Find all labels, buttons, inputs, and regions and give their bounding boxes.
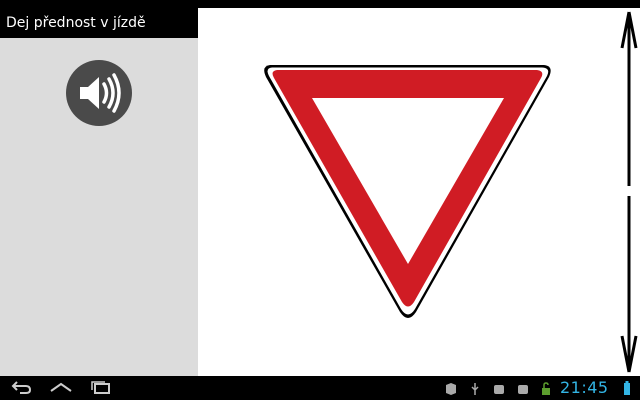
top-status-strip [0,0,640,8]
scroll-indicator[interactable] [612,8,640,376]
sidebar: Dej přednost v jízdě [0,8,198,376]
clock[interactable]: 21:45 [560,376,609,400]
play-sound-button[interactable] [66,60,132,126]
speaker-icon [80,73,121,113]
notification-icon[interactable] [492,381,506,395]
notification-icon[interactable] [444,381,458,395]
sign-title: Dej přednost v jízdě [0,8,198,38]
notification-icon[interactable] [516,381,530,395]
recent-apps-icon[interactable] [86,376,116,400]
home-icon[interactable] [46,376,76,400]
arrow-up-icon [620,11,638,186]
system-navigation-bar: 21:45 [0,376,640,400]
app-window: Dej přednost v jízdě [0,0,640,376]
sign-display-area [198,8,612,376]
battery-icon[interactable] [623,380,631,396]
usb-icon[interactable] [468,381,482,395]
lock-icon[interactable] [540,381,554,395]
arrow-down-icon [620,196,638,373]
back-icon[interactable] [6,376,36,400]
yield-sign-icon [264,65,551,318]
